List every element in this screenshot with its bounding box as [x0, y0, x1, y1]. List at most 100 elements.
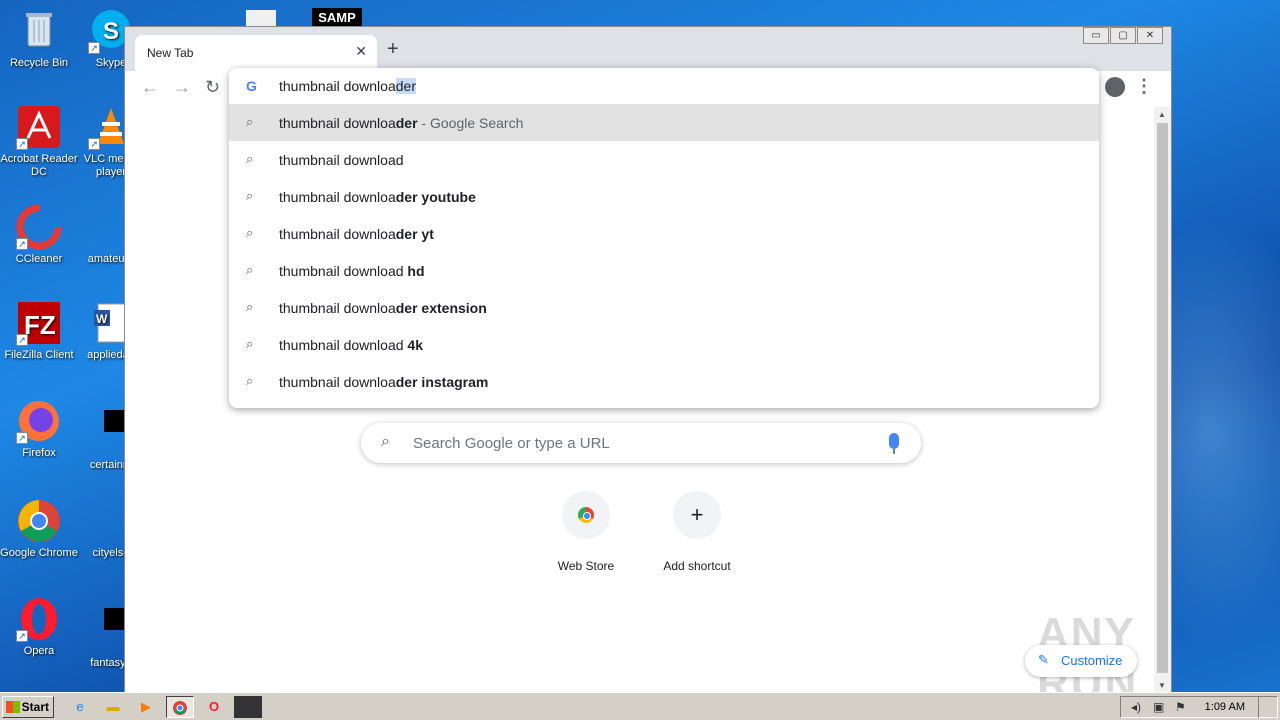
svg-text:FZ: FZ	[24, 310, 56, 340]
plus-icon: +	[673, 491, 721, 539]
shortcut-arrow-icon: ↗	[16, 432, 28, 444]
desktop-icon-label: FileZilla Client	[4, 349, 74, 361]
pencil-icon: ✎	[1038, 652, 1049, 667]
media-player-icon[interactable]: ▶	[132, 696, 160, 718]
suggestion-bold: der instagram	[395, 374, 489, 390]
search-icon: ⌕	[246, 336, 254, 351]
microphone-icon[interactable]	[889, 433, 899, 454]
suggestion-text: thumbnail downloa	[279, 226, 396, 242]
folder-icon[interactable]: ▬	[99, 696, 127, 718]
app-taskbar-icon[interactable]	[234, 696, 262, 718]
taskbar: Start e ▬ ▶ O ◂) ▣ ⚑ 1:09 AM	[0, 692, 1280, 720]
suggestion-bold: 4k	[407, 337, 423, 353]
desktop-icon-chrome[interactable]: Google Chrome	[0, 498, 78, 560]
shortcut-add[interactable]: + Add shortcut	[647, 491, 747, 573]
suggestion-item[interactable]: ⌕ thumbnail download 4k	[229, 326, 1099, 363]
start-button[interactable]: Start	[2, 696, 54, 718]
scroll-down-icon[interactable]: ▼	[1158, 681, 1166, 690]
clock[interactable]: 1:09 AM	[1205, 701, 1245, 713]
desktop-icon-ccleaner[interactable]: ↗ CCleaner	[0, 204, 78, 266]
suggestion-item[interactable]: ⌕ thumbnail download hd	[229, 252, 1099, 289]
shortcut-label: Add shortcut	[663, 559, 731, 573]
acrobat-icon: ↗	[16, 104, 62, 150]
shortcut-label: Web Store	[557, 559, 615, 573]
chrome-web-store-icon	[562, 491, 610, 539]
desktop-icon-opera[interactable]: ↗ Opera	[0, 596, 78, 658]
ccleaner-icon: ↗	[16, 204, 62, 250]
scrollbar-thumb[interactable]	[1157, 123, 1168, 673]
title-bar: New Tab ✕ + ▭ ▢ ✕	[125, 27, 1171, 71]
suggestion-text: thumbnail download	[279, 152, 404, 168]
speaker-icon[interactable]: ◂)	[1131, 700, 1141, 714]
search-icon: ⌕	[246, 151, 254, 166]
suggestion-item[interactable]: ⌕ thumbnail downloader yt	[229, 215, 1099, 252]
tab-new-tab[interactable]: New Tab ✕	[135, 35, 377, 71]
show-desktop-button[interactable]	[1258, 696, 1278, 718]
system-tray: ◂) ▣ ⚑ 1:09 AM	[1120, 696, 1278, 718]
opera-taskbar-icon[interactable]: O	[200, 696, 228, 718]
profile-icon[interactable]	[1105, 77, 1125, 97]
firefox-icon: ↗	[16, 398, 62, 444]
menu-icon[interactable]: ⋮	[1135, 76, 1153, 97]
start-label: Start	[21, 700, 49, 714]
desktop-icon-label: Skype	[95, 57, 127, 69]
windows-logo-icon	[6, 701, 20, 713]
recycle-bin-icon	[16, 8, 62, 54]
suggestion-suffix: - Google Search	[417, 115, 524, 131]
suggestion-bold: der	[395, 115, 418, 131]
tab-title: New Tab	[147, 46, 194, 60]
search-icon: ⌕	[246, 188, 254, 203]
flag-icon[interactable]: ⚑	[1175, 700, 1186, 714]
omnibox-text[interactable]: thumbnail downloader	[279, 78, 416, 94]
new-tab-button[interactable]: +	[387, 38, 399, 61]
desktop-icon-label: CCleaner	[15, 253, 63, 265]
shortcut-arrow-icon: ↗	[16, 334, 28, 346]
suggestion-item[interactable]: ⌕ thumbnail downloader extension	[229, 289, 1099, 326]
google-g-icon: G	[246, 78, 257, 94]
suggestion-item[interactable]: ⌕ thumbnail download	[229, 141, 1099, 178]
ntp-search-box[interactable]: ⌕ Search Google or type a URL	[361, 423, 921, 463]
desktop-icon-recycle-bin[interactable]: Recycle Bin	[0, 8, 78, 70]
desktop-icon-firefox[interactable]: ↗ Firefox	[0, 398, 78, 460]
opera-icon: ↗	[16, 596, 62, 642]
minimize-button[interactable]: ▭	[1083, 27, 1109, 44]
scrollbar[interactable]: ▲ ▼	[1154, 107, 1171, 693]
restore-button[interactable]: ▢	[1110, 27, 1136, 44]
chrome-taskbar-icon[interactable]	[166, 696, 194, 718]
suggestion-bold: der extension	[395, 300, 487, 316]
samp-icon[interactable]: SAMP	[312, 8, 362, 28]
desktop-icon-label: Opera	[23, 645, 55, 657]
internet-explorer-icon[interactable]: e	[66, 696, 94, 718]
suggestion-text: thumbnail download	[279, 337, 408, 353]
desktop-icon-label: Firefox	[22, 447, 56, 459]
suggestion-item[interactable]: ⌕ thumbnail downloader youtube	[229, 178, 1099, 215]
suggestion-item[interactable]: ⌕ thumbnail downloader - Google Search	[229, 104, 1099, 141]
suggestion-bold: der yt	[395, 226, 434, 242]
shortcut-web-store[interactable]: Web Store	[536, 491, 636, 573]
suggestion-text: thumbnail downloa	[279, 300, 396, 316]
suggestion-bold: der youtube	[395, 189, 476, 205]
filezilla-icon: FZ ↗	[16, 300, 62, 346]
back-button[interactable]: ←	[141, 77, 159, 98]
suggestion-bold: hd	[407, 263, 425, 279]
suggestion-text: thumbnail download	[279, 263, 408, 279]
customize-button[interactable]: ✎ Customize	[1025, 645, 1137, 677]
omnibox-input[interactable]: G thumbnail downloader	[229, 68, 1099, 104]
shortcut-arrow-icon: ↗	[88, 138, 100, 150]
suggestion-text: thumbnail downloa	[279, 374, 396, 390]
svg-text:W: W	[96, 312, 108, 326]
scroll-up-icon[interactable]: ▲	[1158, 110, 1166, 119]
reload-button[interactable]: ↻	[205, 77, 220, 98]
omnibox-autocomplete: der	[395, 78, 416, 94]
close-window-button[interactable]: ✕	[1137, 27, 1163, 44]
forward-button[interactable]: →	[173, 77, 191, 98]
shortcut-arrow-icon: ↗	[16, 138, 28, 150]
close-icon[interactable]: ✕	[355, 43, 367, 60]
suggestion-item[interactable]: ⌕ thumbnail downloader instagram	[229, 363, 1099, 400]
suggestion-text: thumbnail downloa	[279, 189, 396, 205]
desktop-icon-acrobat[interactable]: ↗ Acrobat Reader DC	[0, 104, 78, 179]
desktop-icon-filezilla[interactable]: FZ ↗ FileZilla Client	[0, 300, 78, 362]
desktop-icon-label: Acrobat Reader DC	[0, 153, 78, 178]
network-icon[interactable]: ▣	[1153, 700, 1164, 714]
shortcut-arrow-icon: ↗	[16, 630, 28, 642]
